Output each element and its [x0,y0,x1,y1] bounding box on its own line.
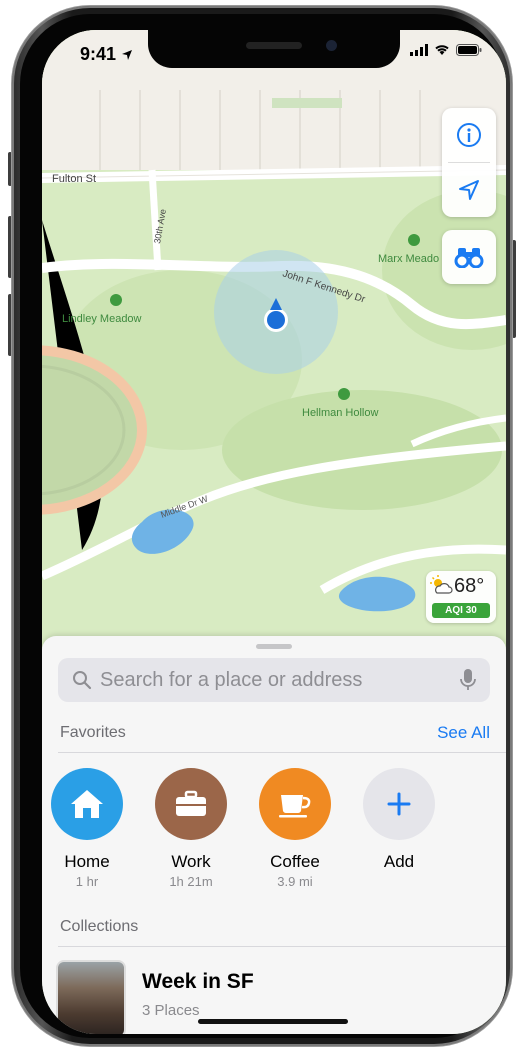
favorite-coffee-distance: 3.9 mi [277,874,313,889]
search-input[interactable]: Search for a place or address [100,669,362,692]
wifi-icon [435,45,449,55]
favorite-coffee-circle [259,768,331,840]
look-around-button[interactable] [442,230,496,284]
weather-widget[interactable]: 68° AQI 30 [426,571,496,623]
weather-temperature: 68° [454,575,485,597]
favorite-work-eta: 1h 21m [169,874,213,889]
look-around-control [442,230,496,284]
battery-icon [456,44,482,56]
phone-frame: Fulton St 30th Ave John F Kennedy Dr Lin… [12,6,512,1046]
map-view[interactable]: Fulton St 30th Ave John F Kennedy Dr Lin… [42,30,506,650]
info-icon [457,123,481,147]
home-indicator[interactable] [198,1019,348,1024]
briefcase-icon [176,790,206,816]
partly-sunny-icon [430,575,453,594]
side-button [512,240,516,338]
plus-icon [387,792,411,816]
favorite-work-label: Work [171,852,211,871]
collections-heading: Collections [60,918,139,935]
current-location-button[interactable] [442,163,496,217]
status-bar: 9:41 [42,30,506,76]
favorite-home[interactable]: Home 1 hr [42,768,132,889]
status-time: 9:41 [80,44,133,65]
collection-title[interactable]: Week in SF [142,970,254,994]
favorite-add[interactable]: Add [354,768,444,872]
see-all-link[interactable]: See All [437,723,490,743]
collection-thumbnail[interactable] [56,960,126,1034]
map-label-hellman-hollow: Hellman Hollow [302,407,378,419]
coffee-cup-icon [279,795,311,818]
favorite-home-label: Home [64,852,110,871]
map-info-button[interactable] [442,108,496,162]
sheet-grabber[interactable] [256,644,292,649]
cellular-signal-icon [410,44,428,56]
favorite-coffee-label: Coffee [270,852,320,871]
collections-divider [58,946,506,947]
house-icon [71,790,103,818]
microphone-icon[interactable] [460,668,476,692]
collection-place-count: 3 Places [142,1002,200,1019]
screen: Fulton St 30th Ave John F Kennedy Dr Lin… [42,30,506,1034]
favorite-add-circle [363,768,435,840]
map-label-fulton-st: Fulton St [52,173,96,185]
map-controls [442,108,496,217]
bottom-sheet: Search for a place or address Favorites … [42,636,506,1034]
favorites-divider [58,752,506,753]
location-services-icon [122,50,133,60]
favorite-work[interactable]: Work 1h 21m [146,768,236,889]
air-quality-badge: AQI 30 [432,603,490,618]
favorites-heading: Favorites [60,724,126,741]
favorite-coffee[interactable]: Coffee 3.9 mi [250,768,340,889]
binoculars-icon [454,248,484,268]
status-time-text: 9:41 [80,44,117,64]
map-label-marx-meadow: Marx Meado [378,253,439,265]
search-bar[interactable]: Search for a place or address [58,658,490,702]
status-icons [410,44,482,56]
favorite-add-label: Add [383,852,415,871]
search-icon [73,671,92,690]
favorite-work-circle [155,768,227,840]
favorite-home-eta: 1 hr [75,874,99,889]
favorite-home-circle [51,768,123,840]
map-label-lindley-meadow: Lindley Meadow [62,313,142,325]
location-arrow-icon [459,180,479,200]
